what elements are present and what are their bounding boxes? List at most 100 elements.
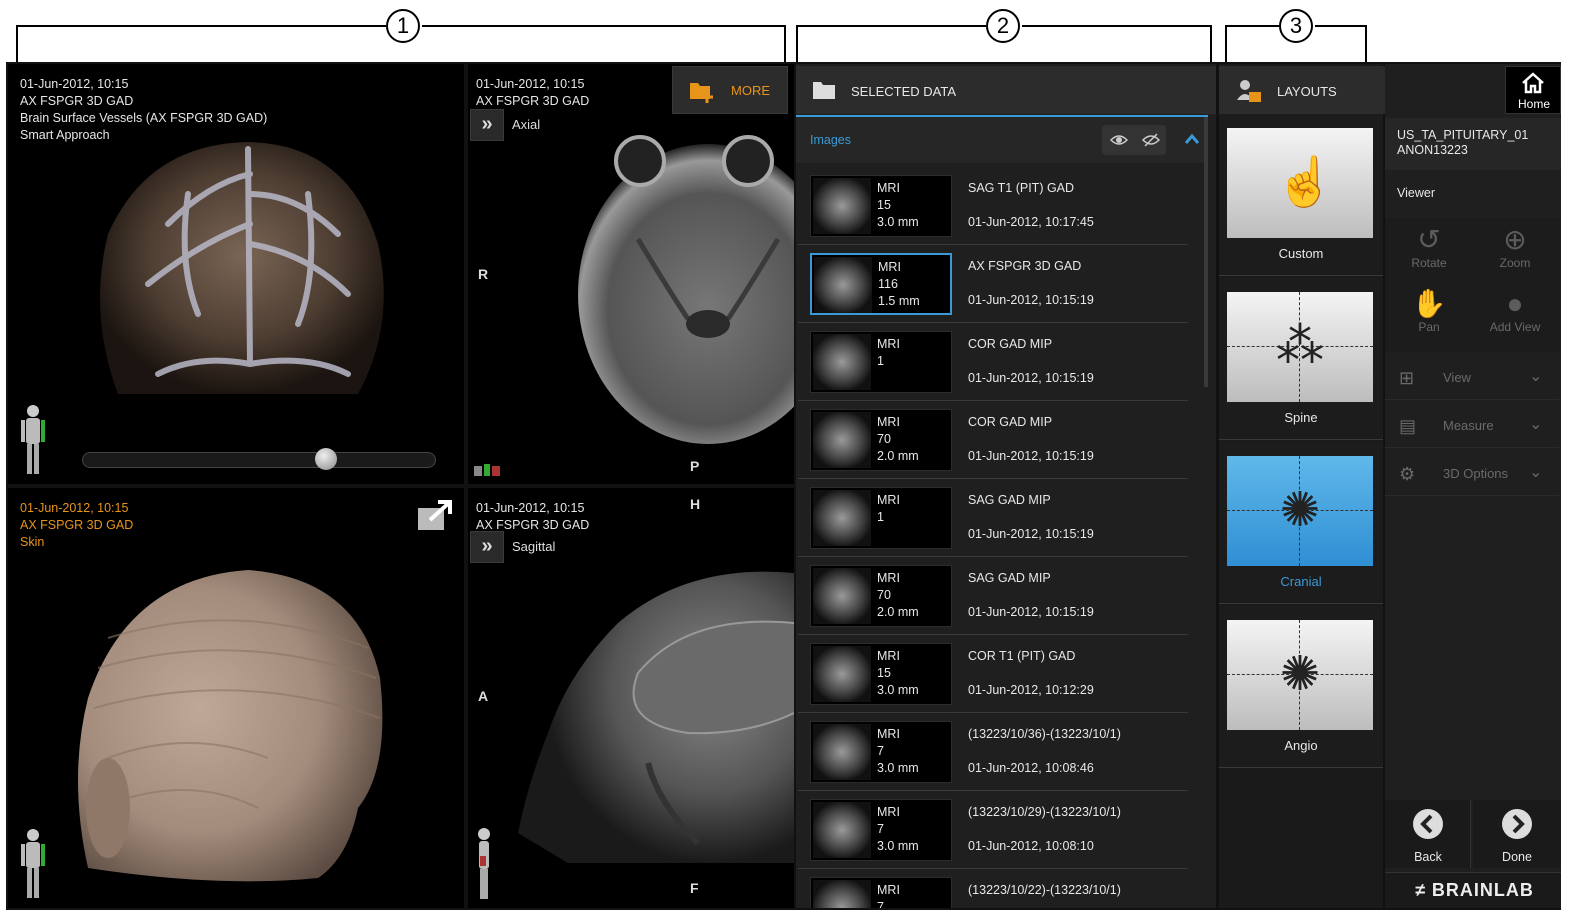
series-thumbnail[interactable]: MRI 116 1.5 mm: [810, 253, 952, 315]
viewport-axial[interactable]: 01-Jun-2012, 10:15 AX FSPGR 3D GAD » Axi…: [468, 64, 794, 484]
object-name: Skin: [20, 535, 45, 549]
slider-knob[interactable]: [315, 448, 338, 470]
series-thumbnail[interactable]: MRI 1: [810, 487, 952, 549]
series-date: 01-Jun-2012, 10:15:19: [968, 371, 1094, 385]
rotate-tool[interactable]: ↺ Rotate: [1389, 224, 1469, 270]
popout-icon[interactable]: [416, 500, 454, 532]
image-list-item[interactable]: MRI 7 3.0 mm (13223/10/29)-(13223/10/1) 01-J…: [798, 791, 1188, 869]
back-button[interactable]: Back: [1385, 800, 1471, 868]
callout-number: 3: [1279, 9, 1313, 43]
series-meta: MRI 7: [877, 882, 900, 908]
viewport-3d-skin[interactable]: 01-Jun-2012, 10:15 AX FSPGR 3D GAD Skin: [8, 488, 464, 908]
image-list-item[interactable]: MRI 15 3.0 mm COR T1 (PIT) GAD 01-Jun-2012, …: [798, 635, 1188, 713]
home-button[interactable]: Home: [1505, 66, 1561, 114]
callout-number: 1: [386, 9, 420, 43]
series-modality: MRI: [877, 571, 900, 585]
plane-label: Axial: [512, 117, 541, 132]
series-title: AX FSPGR 3D GAD: [968, 259, 1082, 273]
section-label: 3D Options: [1443, 466, 1509, 481]
series-modality: MRI: [877, 493, 900, 507]
layout-label: Custom: [1278, 246, 1324, 261]
measure-section[interactable]: ▤ Measure ⌄: [1385, 404, 1559, 448]
expand-chevron-button[interactable]: »: [470, 531, 504, 563]
series-thumbnail[interactable]: MRI 1: [810, 331, 952, 393]
thumbnail-image: [813, 802, 871, 858]
pan-tool[interactable]: ✋ Pan: [1389, 288, 1469, 334]
eye-icon[interactable]: [1110, 133, 1128, 147]
scrollbar[interactable]: [1204, 117, 1208, 387]
series-count: 70: [877, 588, 891, 602]
more-button[interactable]: MORE: [672, 66, 788, 114]
scan-date: 01-Jun-2012, 10:15: [20, 501, 129, 515]
series-date: 01-Jun-2012, 10:17:45: [968, 215, 1094, 229]
image-list-item[interactable]: MRI 7 3.0 mm (13223/10/36)-(13223/10/1) 01-J…: [798, 713, 1188, 791]
expand-chevron-button[interactable]: »: [470, 109, 504, 141]
series-thumbnail[interactable]: MRI 70 2.0 mm: [810, 409, 952, 471]
chevron-down-icon: ⌄: [1529, 368, 1543, 385]
series-title: SAG T1 (PIT) GAD: [968, 181, 1075, 195]
series-count: 116: [878, 277, 898, 291]
thumbnail-image: [813, 568, 871, 624]
series-name: AX FSPGR 3D GAD: [476, 94, 590, 108]
3d-options-section[interactable]: ⚙ 3D Options ⌄: [1385, 452, 1559, 496]
eye-hidden-icon[interactable]: [1142, 133, 1160, 147]
series-modality: MRI: [877, 181, 900, 195]
image-list-item[interactable]: MRI 15 3.0 mm SAG T1 (PIT) GAD 01-Jun-2012, …: [798, 167, 1188, 245]
add-view-tool[interactable]: ● Add View: [1475, 288, 1555, 334]
selected-data-header: SELECTED DATA: [796, 66, 1216, 114]
series-thumbnail[interactable]: MRI 15 3.0 mm: [810, 175, 952, 237]
image-list-item[interactable]: MRI 70 2.0 mm SAG GAD MIP 01-Jun-2012, 10:15…: [798, 557, 1188, 635]
sagittal-slice-image: [518, 571, 794, 863]
add-folder-icon: [690, 83, 713, 103]
series-thumbnail[interactable]: MRI 7 3.0 mm: [810, 721, 952, 783]
image-list-item[interactable]: MRI 1 SAG GAD MIP 01-Jun-2012, 10:15:19: [798, 479, 1188, 557]
series-thumbnail[interactable]: MRI 7: [810, 877, 952, 908]
clipping-slider[interactable]: [82, 448, 436, 470]
spine-icon: ⁂: [1276, 320, 1324, 373]
series-thumbnail[interactable]: MRI 7 3.0 mm: [810, 799, 952, 861]
series-date: 01-Jun-2012, 10:15:19: [968, 449, 1094, 463]
callout-number: 2: [986, 9, 1020, 43]
thumbnail-image: [813, 412, 871, 468]
orientation-top-label: H: [690, 496, 701, 512]
scan-date: 01-Jun-2012, 10:15: [20, 77, 129, 91]
done-button[interactable]: Done: [1473, 800, 1561, 868]
series-modality: MRI: [877, 727, 900, 741]
series-count: 1: [877, 510, 884, 524]
layout-option-spine[interactable]: ⁂ Spine: [1219, 278, 1383, 440]
thumbnail-image: [813, 880, 871, 908]
binoculars-icon: ⊞: [1399, 368, 1415, 388]
image-list-item[interactable]: MRI 116 1.5 mm AX FSPGR 3D GAD 01-Jun-2012, …: [798, 245, 1188, 323]
series-modality: MRI: [877, 649, 900, 663]
layout-option-cranial[interactable]: ✺ Cranial: [1219, 442, 1383, 604]
series-count: 7: [877, 900, 884, 908]
chevron-down-icon: ⌄: [1529, 464, 1543, 481]
series-date: 01-Jun-2012, 10:15:19: [968, 293, 1094, 307]
zoom-tool[interactable]: ⊕ Zoom: [1475, 224, 1555, 270]
series-meta: MRI 116 1.5 mm: [878, 259, 920, 310]
home-icon: [1522, 72, 1544, 94]
series-title: SAG GAD MIP: [968, 571, 1051, 585]
viewport-sagittal[interactable]: 01-Jun-2012, 10:15 AX FSPGR 3D GAD H » S…: [468, 488, 794, 908]
scan-date: 01-Jun-2012, 10:15: [476, 77, 585, 91]
thumbnail-image: [813, 646, 871, 702]
tool-label: Zoom: [1499, 256, 1531, 270]
image-list-item[interactable]: MRI 1 COR GAD MIP 01-Jun-2012, 10:15:19: [798, 323, 1188, 401]
viewport-3d-vessels[interactable]: 01-Jun-2012, 10:15 AX FSPGR 3D GAD Brain…: [8, 64, 464, 484]
images-section-header[interactable]: Images: [796, 117, 1208, 163]
patient-id: US_TA_PITUITARY_01: [1397, 128, 1529, 142]
collapse-chevron-icon[interactable]: [1184, 133, 1200, 145]
layout-option-custom[interactable]: ☝ Custom: [1219, 114, 1383, 276]
layout-option-angio[interactable]: ✺ Angio: [1219, 606, 1383, 768]
series-thickness: 3.0 mm: [877, 839, 919, 853]
object-name: Brain Surface Vessels (AX FSPGR 3D GAD): [20, 111, 268, 125]
view-section[interactable]: ⊞ View ⌄: [1385, 356, 1559, 400]
series-meta: MRI 15 3.0 mm: [877, 180, 919, 231]
brand-bar: ≠ BRAINLAB: [1385, 872, 1561, 908]
image-list-item[interactable]: MRI 70 2.0 mm COR GAD MIP 01-Jun-2012, 10:15…: [798, 401, 1188, 479]
zoom-icon: ⊕: [1503, 224, 1527, 255]
series-thumbnail[interactable]: MRI 15 3.0 mm: [810, 643, 952, 705]
thumbnail-image: [813, 178, 871, 234]
image-list-item[interactable]: MRI 7 (13223/10/22)-(13223/10/1): [798, 869, 1188, 908]
series-thumbnail[interactable]: MRI 70 2.0 mm: [810, 565, 952, 627]
